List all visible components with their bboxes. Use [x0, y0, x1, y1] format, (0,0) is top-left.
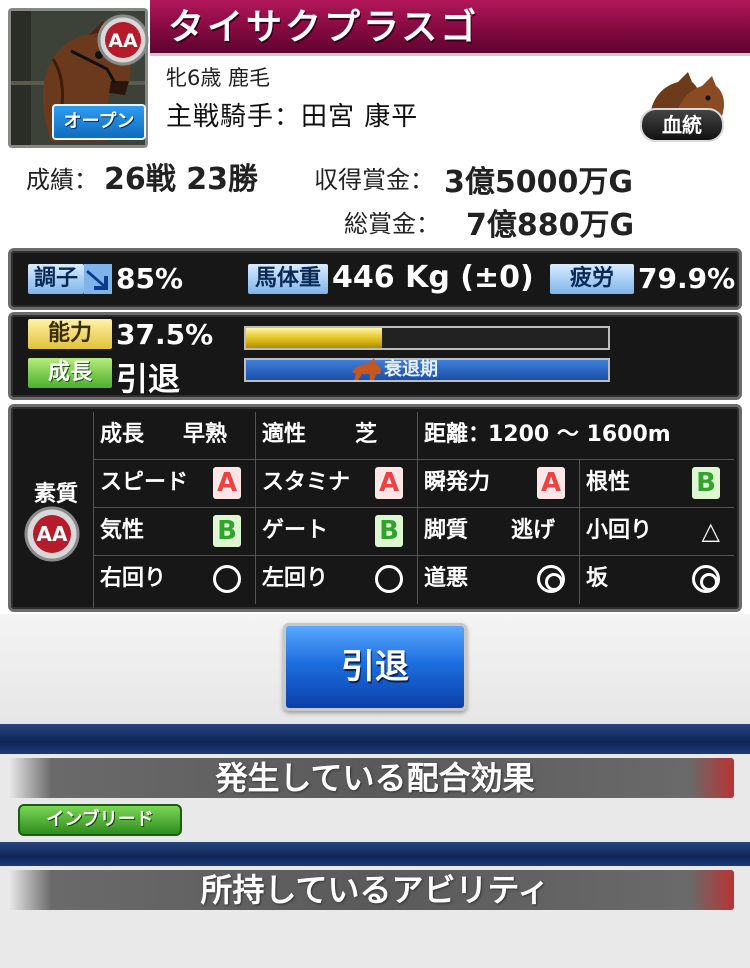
body-weight-label: 馬体重	[248, 264, 328, 294]
abilities-title: 所持しているアビリティ	[200, 871, 550, 909]
total-prize-value: 7億880万G	[466, 208, 635, 243]
ability-value: 37.5%	[116, 318, 214, 351]
body-weight-value: 446 Kg (±0)	[332, 260, 534, 295]
apt-left-turn-cell: 左回り	[256, 556, 418, 604]
growth-bar: 衰退期	[244, 358, 610, 382]
apt-surface-cell: 適性 芝	[256, 412, 418, 460]
apt-gate-grade: B	[375, 515, 403, 547]
main-jockey: 主戦騎手：田宮 康平	[166, 102, 419, 132]
svg-text:AA: AA	[108, 30, 138, 52]
apt-temper-label: 気性	[100, 518, 145, 543]
growth-value: 引退	[116, 360, 181, 398]
horse-name: タイサクプラスゴ	[168, 7, 480, 48]
apt-gate-cell: ゲート B	[256, 508, 418, 556]
apt-tight-turn-label: 小回り	[586, 518, 653, 543]
retire-button[interactable]: 引退	[283, 623, 467, 711]
apt-speed-grade: A	[213, 467, 241, 499]
apt-style-label: 脚質	[424, 518, 469, 543]
section-divider	[0, 724, 750, 754]
aptitude-grid: 成長 早熟 適性 芝 距離： 1200 〜 1600m スピード A スタミナ …	[94, 412, 734, 608]
inbreed-chip[interactable]: インブリード	[18, 804, 182, 836]
apt-speed-cell: スピード A	[94, 460, 256, 508]
apt-right-turn-cell: 右回り	[94, 556, 256, 604]
apt-left-turn-mark-icon	[375, 565, 403, 593]
aa-rank-badge-icon: AA	[97, 14, 149, 66]
ability-bar	[244, 326, 610, 350]
section-divider	[0, 842, 750, 866]
fatigue-value: 79.9%	[638, 262, 736, 295]
condition-label: 調子	[28, 264, 84, 294]
apt-bad-track-mark-icon	[537, 565, 565, 593]
ability-bar-fill	[246, 328, 382, 348]
record-value: 26戦 23勝	[104, 162, 258, 197]
apt-temper-cell: 気性 B	[94, 508, 256, 556]
apt-guts-label: 根性	[586, 470, 631, 495]
ability-label: 能力	[28, 319, 112, 349]
apt-growth-cell: 成長 早熟	[94, 412, 256, 460]
apt-left-turn-label: 左回り	[262, 566, 329, 591]
apt-style-cell: 脚質 逃げ	[418, 508, 580, 556]
apt-surface-label: 適性	[262, 422, 307, 447]
apt-stamina-cell: スタミナ A	[256, 460, 418, 508]
apt-style-value: 逃げ	[510, 518, 555, 543]
apt-temper-grade: B	[213, 515, 241, 547]
apt-burst-grade: A	[537, 467, 565, 499]
class-badge: オープン	[52, 104, 146, 140]
apt-right-turn-mark-icon	[213, 565, 241, 593]
record-label: 成績：	[26, 166, 98, 194]
apt-slope-mark-icon	[692, 565, 720, 593]
apt-surface-value: 芝	[354, 422, 377, 447]
aptitude-side-label: 素質	[34, 482, 79, 507]
apt-tight-turn-mark: △	[701, 517, 720, 545]
apt-right-turn-label: 右回り	[100, 566, 167, 591]
apt-tight-turn-cell: 小回り △	[580, 508, 734, 556]
apt-growth-label: 成長	[100, 422, 145, 447]
apt-slope-label: 坂	[586, 566, 609, 591]
apt-gate-label: ゲート	[262, 518, 329, 543]
age-coat: 牝6歳 鹿毛	[166, 66, 271, 90]
svg-text:AA: AA	[37, 522, 68, 546]
bloodline-button[interactable]: 血統	[640, 108, 724, 142]
condition-value: 85%	[116, 262, 184, 295]
trend-down-arrow-icon	[84, 264, 112, 294]
apt-burst-cell: 瞬発力 A	[418, 460, 580, 508]
apt-growth-value: 早熟	[182, 422, 227, 447]
apt-speed-label: スピード	[100, 470, 189, 495]
apt-bad-track-cell: 道悪	[418, 556, 580, 604]
apt-burst-label: 瞬発力	[424, 470, 491, 495]
apt-stamina-grade: A	[375, 467, 403, 499]
breeding-effects-title: 発生している配合効果	[215, 759, 535, 797]
total-prize-label: 総賞金：	[344, 210, 440, 238]
apt-distance-label: 距離：	[424, 422, 491, 447]
growth-label: 成長	[28, 358, 112, 388]
fatigue-label: 疲労	[550, 264, 634, 294]
aptitude-aa-badge-icon: AA	[24, 506, 80, 562]
prize-value: 3億5000万G	[444, 165, 633, 200]
apt-guts-grade: B	[692, 467, 720, 499]
apt-guts-cell: 根性 B	[580, 460, 734, 508]
running-horse-icon	[352, 358, 381, 380]
apt-stamina-label: スタミナ	[262, 470, 351, 495]
apt-distance-cell: 距離： 1200 〜 1600m	[418, 412, 734, 460]
apt-slope-cell: 坂	[580, 556, 734, 604]
aptitude-side: 素質 AA	[14, 412, 94, 608]
prize-label: 収得賞金：	[314, 166, 434, 194]
apt-distance-value: 1200 〜 1600m	[488, 422, 671, 447]
apt-bad-track-label: 道悪	[424, 566, 469, 591]
growth-phase-text: 衰退期	[384, 359, 438, 380]
